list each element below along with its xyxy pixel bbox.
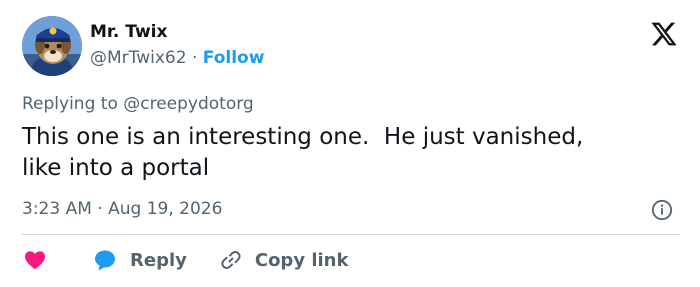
tweet-date: Aug 19, 2026 (108, 199, 223, 219)
tweet-text-line-2: like into a portal (22, 155, 210, 181)
heart-icon (25, 251, 45, 270)
author-handle-row: @MrTwix62 · Follow (90, 48, 264, 68)
police-dog-avatar-icon (22, 16, 82, 76)
tweet-text: This one is an interesting one. He just … (22, 122, 672, 184)
tweet-timestamp[interactable]: 3:23 AM · Aug 19, 2026 (22, 198, 222, 220)
replying-to-mention[interactable]: @creepydotorg (123, 94, 253, 114)
x-logo-icon[interactable] (650, 20, 678, 48)
copy-link-label: Copy link (254, 249, 349, 271)
handle-separator: · (191, 48, 198, 68)
speech-bubble-icon (95, 250, 115, 271)
action-bar: Reply Copy link (22, 247, 348, 273)
tweet-header: Mr. Twix @MrTwix62 · Follow (22, 16, 680, 76)
replying-to-prefix: Replying to (22, 94, 118, 114)
author-name[interactable]: Mr. Twix (90, 22, 167, 42)
reply-button[interactable]: Reply (48, 248, 187, 272)
author-handle[interactable]: @MrTwix62 (90, 48, 187, 68)
like-button[interactable] (22, 248, 48, 272)
divider (22, 234, 680, 235)
link-icon (221, 251, 241, 269)
reply-label: Reply (130, 249, 187, 271)
tweet-time: 3:23 AM (22, 199, 92, 219)
replying-to: Replying to @creepydotorg (22, 94, 254, 114)
follow-button[interactable]: Follow (203, 48, 265, 68)
info-icon[interactable] (651, 199, 673, 221)
timestamp-separator: · (97, 199, 103, 219)
copy-link-button[interactable]: Copy link (187, 248, 349, 272)
avatar[interactable] (22, 16, 82, 76)
tweet-text-line-1: This one is an interesting one. He just … (22, 124, 584, 150)
